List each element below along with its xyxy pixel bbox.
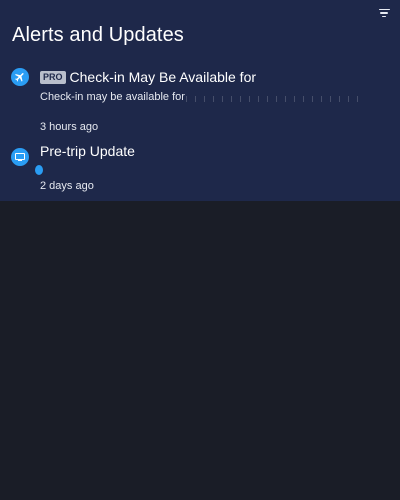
page-title: Alerts and Updates [12, 24, 184, 46]
filter-button[interactable] [375, 5, 393, 21]
alert-title: Check-in May Be Available for [69, 69, 257, 85]
filter-icon [378, 8, 390, 11]
alert-timestamp: 3 hours ago [40, 121, 99, 133]
alert-item[interactable]: PRO Check-in May Be Available for Check-… [0, 66, 400, 136]
redacted-text [186, 96, 366, 102]
screen-icon [11, 148, 29, 166]
alert-body: Check-in may be available for [40, 91, 185, 103]
alert-title: Pre-trip Update [40, 143, 135, 159]
alert-timestamp: 2 days ago [40, 180, 94, 192]
alert-item[interactable]: Pre-trip Update 2 days ago [0, 140, 400, 196]
status-dot [35, 165, 43, 175]
pro-badge: PRO [40, 70, 66, 84]
airplane-icon [11, 68, 29, 86]
